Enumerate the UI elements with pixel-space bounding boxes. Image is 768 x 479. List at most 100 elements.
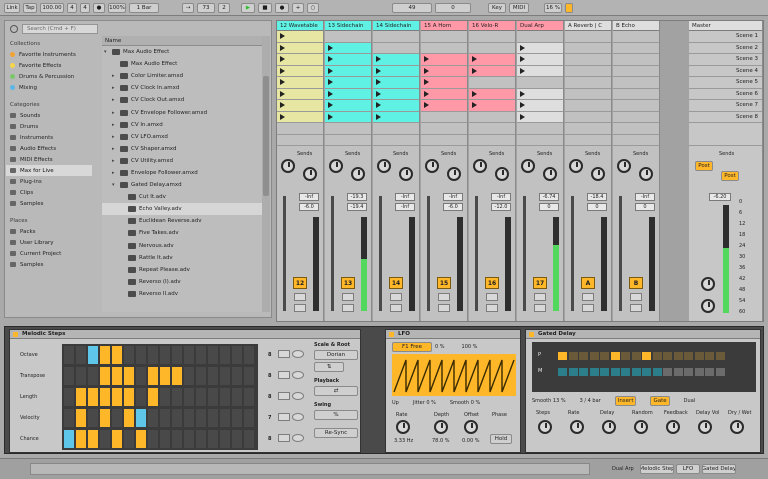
resync-button[interactable]: Re-Sync — [314, 428, 358, 438]
clip-slot[interactable] — [565, 77, 611, 89]
collection-item[interactable]: Drums & Percussion — [6, 71, 92, 82]
track-title[interactable]: A Reverb | C — [565, 21, 611, 31]
step-cell[interactable] — [64, 388, 74, 406]
file-row[interactable]: Rattle It.adv — [102, 252, 262, 264]
clip-slot[interactable] — [469, 77, 515, 89]
clip-slot[interactable] — [373, 65, 419, 77]
gate-step[interactable] — [684, 352, 693, 360]
row-edit-icon[interactable] — [292, 413, 304, 421]
scene-launch[interactable]: Scene 8 — [689, 112, 762, 123]
scene-launch[interactable]: Scene 6 — [689, 89, 762, 100]
step-cell[interactable] — [100, 367, 110, 385]
step-cell[interactable] — [232, 409, 242, 427]
time-sig-denominator[interactable]: 4 — [80, 2, 90, 13]
name-column-header[interactable]: Name — [102, 36, 262, 46]
step-cell[interactable] — [208, 388, 218, 406]
gate-mute-step[interactable] — [694, 368, 704, 376]
step-cell[interactable] — [244, 367, 254, 385]
gate-mute-step[interactable] — [631, 368, 641, 376]
step-cell[interactable] — [76, 367, 86, 385]
clip-slot[interactable] — [565, 112, 611, 123]
clip-slot[interactable] — [277, 88, 323, 100]
gate-mute-step[interactable] — [663, 368, 672, 376]
clip-launch-icon[interactable] — [424, 56, 429, 62]
volume-field[interactable]: -Inf — [635, 193, 655, 201]
gate-mute-step[interactable] — [558, 368, 567, 376]
scene-launch[interactable]: Scene 4 — [689, 66, 762, 77]
gate-step[interactable] — [589, 352, 599, 360]
clip-slot[interactable] — [373, 54, 419, 66]
step-cell[interactable] — [160, 388, 170, 406]
disclosure-icon[interactable]: ▸ — [112, 85, 120, 91]
gate-mute-step[interactable] — [684, 368, 693, 376]
clip-launch-icon[interactable] — [472, 56, 477, 62]
loop-length-field[interactable]: 0 — [435, 2, 471, 13]
browser-search-input[interactable]: Search (Cmd + F) — [22, 24, 98, 34]
clip-slot[interactable] — [421, 135, 467, 146]
clip-launch-icon[interactable] — [280, 102, 285, 108]
file-row[interactable]: ▾ Gated Delay.amxd — [102, 179, 262, 191]
gate-step[interactable] — [558, 352, 567, 360]
send-a-knob[interactable] — [569, 159, 583, 173]
clip-slot[interactable] — [421, 43, 467, 54]
clip-launch-icon[interactable] — [472, 102, 477, 108]
clip-slot[interactable] — [373, 31, 419, 43]
clip-slot[interactable] — [469, 54, 515, 66]
category-item[interactable]: Audio Effects — [6, 143, 92, 154]
solo-button[interactable] — [630, 293, 642, 301]
clip-launch-icon[interactable] — [376, 67, 381, 74]
clip-slot[interactable] — [517, 111, 563, 123]
clip-slot[interactable] — [325, 42, 371, 54]
file-row[interactable]: Echo Valley.adv — [102, 203, 262, 216]
clip-slot[interactable] — [565, 89, 611, 100]
send-a-knob[interactable] — [425, 159, 439, 173]
step-cell[interactable] — [184, 367, 194, 385]
disclosure-icon[interactable]: ▸ — [112, 134, 120, 140]
clip-launch-icon[interactable] — [520, 102, 525, 108]
row-edit-icon[interactable] — [292, 434, 304, 442]
add-icon[interactable]: + — [292, 2, 304, 13]
gate-param-knob[interactable] — [570, 420, 584, 434]
file-row[interactable]: ▸ CV Clock Out.amxd — [102, 94, 262, 106]
track-title[interactable]: 14 Sidechain — [373, 21, 419, 31]
clip-launch-icon[interactable] — [376, 56, 381, 62]
clip-launch-icon[interactable] — [376, 90, 381, 97]
clip-launch-icon[interactable] — [328, 56, 333, 62]
gated-delay-title[interactable]: Gated Delay — [526, 330, 760, 339]
scale-menu[interactable]: Dorian — [314, 350, 358, 360]
peak-field[interactable]: 0 — [635, 203, 655, 211]
track-title[interactable]: 13 Sidechain — [325, 21, 371, 31]
step-cell[interactable] — [112, 409, 122, 427]
send-b-knob[interactable] — [639, 167, 653, 181]
time-sig-numerator[interactable]: 4 — [67, 2, 77, 13]
track-title[interactable]: 12 Wavetable — [277, 21, 323, 31]
quantize-menu[interactable]: 1 Bar — [129, 2, 159, 13]
step-cell[interactable] — [148, 346, 158, 364]
category-item[interactable]: Clips — [6, 187, 92, 198]
gate-insert-button[interactable]: Insert — [614, 396, 637, 406]
disclosure-icon[interactable]: ▸ — [112, 146, 120, 152]
play-icon[interactable]: ▶ — [241, 2, 255, 13]
post-button[interactable]: Post — [695, 161, 713, 171]
disclosure-icon[interactable]: ▸ — [112, 122, 120, 128]
lfo-smooth-label[interactable]: Smooth 0 % — [450, 400, 480, 406]
clip-slot[interactable] — [469, 88, 515, 100]
clip-launch-icon[interactable] — [472, 67, 477, 74]
step-cell[interactable] — [208, 430, 218, 448]
step-cell[interactable] — [64, 430, 74, 448]
step-cell[interactable] — [136, 430, 146, 448]
clip-launch-icon[interactable] — [376, 113, 381, 120]
clip-slot[interactable] — [613, 100, 659, 112]
row-edit-icon[interactable] — [292, 392, 304, 400]
solo-button[interactable] — [534, 293, 546, 301]
master-pan-knob[interactable] — [701, 277, 715, 291]
gate-mute-step[interactable] — [642, 368, 651, 376]
clip-slot[interactable] — [469, 43, 515, 54]
clip-slot[interactable] — [517, 88, 563, 100]
step-cell[interactable] — [100, 346, 110, 364]
disclosure-icon[interactable]: ▸ — [112, 110, 120, 116]
step-cell[interactable] — [136, 367, 146, 385]
file-row[interactable]: ▸ CV Clock In.amxd — [102, 82, 262, 94]
clip-slot[interactable] — [277, 65, 323, 77]
lfo-jitter-label[interactable]: Jitter 0 % — [413, 400, 436, 406]
